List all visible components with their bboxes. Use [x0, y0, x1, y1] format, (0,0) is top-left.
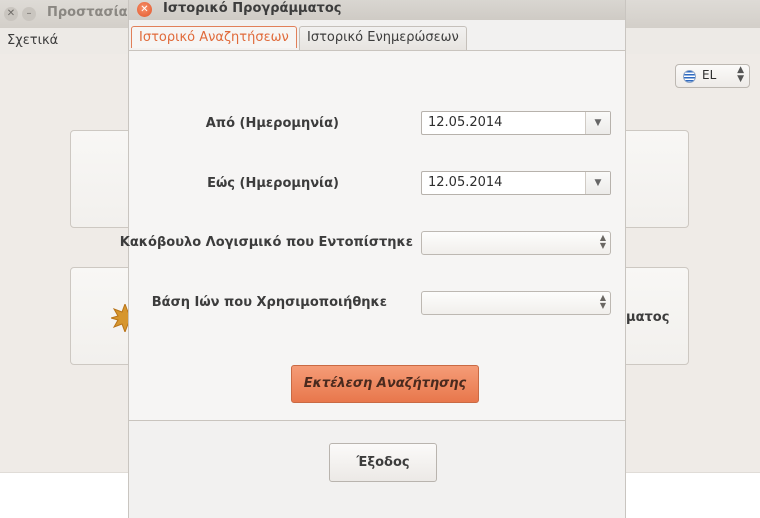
from-date-combo[interactable]: 12.05.2014 ▼	[421, 111, 611, 135]
history-dialog: ✕ Ιστορικό Προγράμματος Ιστορικό Αναζητή…	[120, 0, 626, 518]
chevron-down-icon[interactable]: ▼	[585, 172, 610, 194]
menu-item-about[interactable]: Σχετικά	[7, 33, 58, 48]
close-icon[interactable]: ✕	[4, 7, 18, 21]
updown-arrows-icon: ▲ ▼	[599, 293, 606, 310]
language-select[interactable]: EL ▲ ▼	[675, 64, 750, 88]
tab-bar: Ιστορικό Αναζητήσεων Ιστορικό Ενημερώσεω…	[129, 26, 625, 50]
from-date-label: Από (Ημερομηνία)	[205, 116, 339, 131]
updown-arrows-icon: ▲ ▼	[737, 65, 744, 84]
tab-update-history[interactable]: Ιστορικό Ενημερώσεων	[299, 26, 467, 50]
feature-card-label: ματος	[626, 310, 670, 325]
to-date-label: Εώς (Ημερομηνία)	[207, 176, 339, 191]
chevron-down-icon[interactable]: ▼	[585, 112, 610, 134]
minimize-icon[interactable]: –	[22, 7, 36, 21]
dialog-title: Ιστορικό Προγράμματος	[163, 1, 342, 16]
search-history-panel: Από (Ημερομηνία) 12.05.2014 ▼ Εώς (Ημερο…	[120, 50, 625, 421]
virus-db-label: Βάση Ιών που Χρησιμοποιήθηκε	[151, 295, 387, 310]
tab-search-history[interactable]: Ιστορικό Αναζητήσεων	[131, 26, 297, 48]
virus-db-select[interactable]: ▲ ▼	[421, 291, 611, 315]
malware-found-label: Κακόβουλο Λογισμικό που Εντοπίστηκε	[119, 235, 413, 250]
exit-button[interactable]: Έξοδος	[329, 443, 437, 482]
from-date-value: 12.05.2014	[428, 115, 503, 130]
close-icon[interactable]: ✕	[137, 2, 152, 17]
updown-arrows-icon: ▲ ▼	[599, 233, 606, 250]
greek-flag-icon	[683, 70, 696, 83]
language-value: EL	[702, 68, 717, 82]
main-window-title: Προστασία	[47, 5, 128, 20]
dialog-titlebar: ✕ Ιστορικό Προγράμματος	[129, 0, 625, 20]
to-date-combo[interactable]: 12.05.2014 ▼	[421, 171, 611, 195]
malware-found-select[interactable]: ▲ ▼	[421, 231, 611, 255]
to-date-value: 12.05.2014	[428, 175, 503, 190]
run-search-button[interactable]: Εκτέλεση Αναζήτησης	[291, 365, 479, 403]
